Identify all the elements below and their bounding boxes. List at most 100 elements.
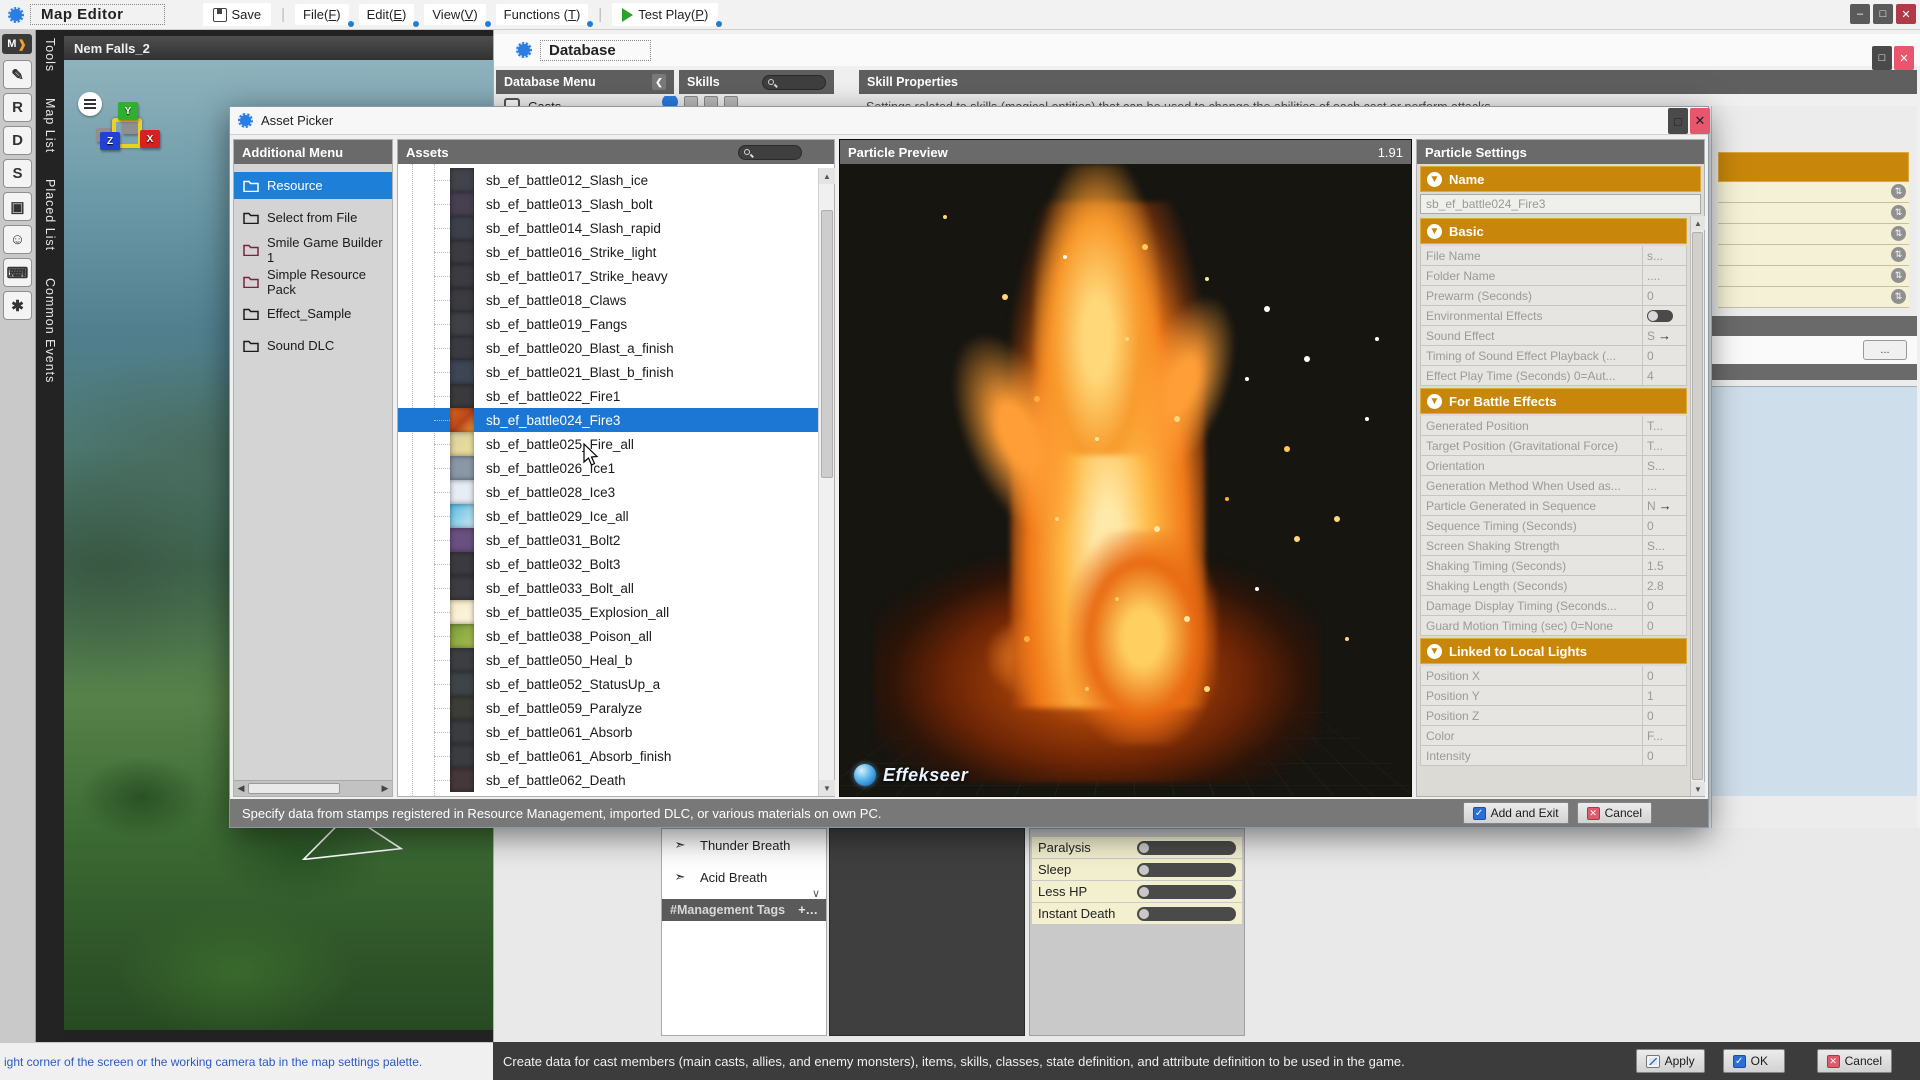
database-icon[interactable]: D <box>3 126 32 155</box>
input-icon[interactable]: ⌨ <box>3 258 32 287</box>
spinner-icon[interactable]: ⇅ <box>1891 268 1906 283</box>
close-button[interactable]: ✕ <box>1690 108 1710 134</box>
settings-row[interactable]: Screen Shaking Strength S... → <box>1420 536 1687 556</box>
settings-value[interactable]: S → <box>1642 326 1686 345</box>
close-button[interactable]: ✕ <box>1896 4 1916 24</box>
settings-value[interactable]: 0 → <box>1642 666 1686 685</box>
asset-row[interactable]: sb_ef_battle059_Paralyze <box>398 696 834 720</box>
scrollbar-thumb[interactable] <box>821 210 833 478</box>
expand-palette-button[interactable]: M ❱ <box>2 34 32 54</box>
settings-value[interactable]: 2.8 → <box>1642 576 1686 595</box>
collapse-icon[interactable]: ❮ <box>652 74 666 90</box>
toggle-switch[interactable] <box>1647 310 1673 322</box>
settings-value[interactable]: S... → <box>1642 536 1686 555</box>
asset-row[interactable]: sb_ef_battle019_Fangs <box>398 312 834 336</box>
spinner-icon[interactable]: ⇅ <box>1891 205 1906 220</box>
dialog-titlebar[interactable]: Asset Picker □ ✕ <box>230 107 1708 135</box>
tab-placed-list[interactable]: Placed List <box>43 179 57 251</box>
property-row[interactable]: ⇅ <box>1718 224 1909 245</box>
scroll-up-icon[interactable]: ▲ <box>819 168 835 184</box>
asset-row[interactable]: sb_ef_battle013_Slash_bolt <box>398 192 834 216</box>
assets-scrollbar[interactable]: ▲ ▼ <box>818 168 834 796</box>
settings-row[interactable]: Prewarm (Seconds) 0 → <box>1420 286 1687 306</box>
axis-z[interactable]: Z <box>100 132 120 150</box>
settings-row[interactable]: Effect Play Time (Seconds) 0=Aut... 4 → <box>1420 366 1687 386</box>
tab-tools[interactable]: Tools <box>43 38 57 72</box>
asset-row[interactable]: sb_ef_battle012_Slash_ice <box>398 168 834 192</box>
settings-row[interactable]: Environmental Effects → <box>1420 306 1687 326</box>
asset-row[interactable]: sb_ef_battle021_Blast_b_finish <box>398 360 834 384</box>
menu-smile-game-builder-1[interactable]: Smile Game Builder 1 <box>234 236 392 263</box>
asset-row[interactable]: sb_ef_battle035_Explosion_all <box>398 600 834 624</box>
property-row[interactable]: ⇅ <box>1718 266 1909 287</box>
skill-thunder-breath[interactable]: ➣ Thunder Breath <box>662 829 826 861</box>
settings-row[interactable]: Position X 0 → <box>1420 666 1687 686</box>
settings-row[interactable]: Generation Method When Used as... ... → <box>1420 476 1687 496</box>
asset-row[interactable]: sb_ef_battle024_Fire3 <box>398 408 834 432</box>
settings-row[interactable]: Shaking Timing (Seconds) 1.5 → <box>1420 556 1687 576</box>
asset-row[interactable]: sb_ef_battle033_Bolt_all <box>398 576 834 600</box>
settings-value[interactable]: → <box>1642 306 1686 325</box>
asset-row[interactable]: sb_ef_battle025_Fire_all <box>398 432 834 456</box>
add-tag-button[interactable]: +… <box>798 903 818 917</box>
apply-button[interactable]: Apply <box>1636 1049 1705 1073</box>
settings-row[interactable]: Target Position (Gravitational Force) T.… <box>1420 436 1687 456</box>
asset-row[interactable]: sb_ef_battle016_Strike_light <box>398 240 834 264</box>
settings-value[interactable]: N → <box>1642 496 1686 515</box>
map-edit-icon[interactable]: ✎ <box>3 60 32 89</box>
settings-scrollbar[interactable]: ▲ ▼ <box>1690 216 1704 796</box>
scroll-right-icon[interactable]: ▶ <box>378 782 392 796</box>
spinner-icon[interactable]: ⇅ <box>1891 247 1906 262</box>
settings-value[interactable]: T... → <box>1642 436 1686 455</box>
asset-row[interactable]: sb_ef_battle031_Bolt2 <box>398 528 834 552</box>
property-row[interactable]: ⇅ <box>1718 287 1909 308</box>
settings-row[interactable]: Guard Motion Timing (sec) 0=None 0 → <box>1420 616 1687 636</box>
asset-row[interactable]: sb_ef_battle017_Strike_heavy <box>398 264 834 288</box>
state-row[interactable]: Sleep <box>1032 859 1242 880</box>
resource-icon[interactable]: R <box>3 93 32 122</box>
tab-common-events[interactable]: Common Events <box>43 278 57 383</box>
spinner-icon[interactable]: ⇅ <box>1891 226 1906 241</box>
axis-x[interactable]: X <box>140 130 160 148</box>
menu-simple-resource-pack[interactable]: Simple Resource Pack <box>234 268 392 295</box>
particle-preview-viewport[interactable]: Effekseer <box>840 164 1411 796</box>
scroll-down-icon[interactable]: ▼ <box>819 780 835 796</box>
menu-select-from-file[interactable]: Select from File <box>234 204 392 231</box>
display-icon[interactable]: ▣ <box>3 192 32 221</box>
menu-view[interactable]: View(V) <box>424 4 485 25</box>
settings-row[interactable]: Sequence Timing (Seconds) 0 → <box>1420 516 1687 536</box>
settings-value[interactable]: S... → <box>1642 456 1686 475</box>
asset-row[interactable]: sb_ef_battle020_Blast_a_finish <box>398 336 834 360</box>
state-toggle[interactable] <box>1137 841 1236 855</box>
maximize-button[interactable]: □ <box>1668 108 1688 134</box>
scroll-left-icon[interactable]: ◀ <box>234 782 248 796</box>
spinner-icon[interactable]: ⇅ <box>1891 184 1906 199</box>
asset-row[interactable]: sb_ef_battle022_Fire1 <box>398 384 834 408</box>
settings-row[interactable]: Generated Position T... → <box>1420 416 1687 436</box>
state-toggle[interactable] <box>1137 907 1236 921</box>
property-row[interactable]: ⇅ <box>1718 203 1909 224</box>
asset-row[interactable]: sb_ef_battle026_Ice1 <box>398 456 834 480</box>
dialog-cancel-button[interactable]: ✕ Cancel <box>1577 802 1652 824</box>
state-toggle[interactable] <box>1137 885 1236 899</box>
browse-button[interactable]: ... <box>1863 340 1907 360</box>
state-row[interactable]: Less HP <box>1032 881 1242 902</box>
scroll-down-icon[interactable]: ▼ <box>1691 782 1705 796</box>
asset-row[interactable]: sb_ef_battle061_Absorb <box>398 720 834 744</box>
asset-row[interactable]: sb_ef_battle028_Ice3 <box>398 480 834 504</box>
section-header[interactable]: ▼ For Battle Effects <box>1420 388 1687 414</box>
menu-functions[interactable]: Functions (T) <box>496 4 589 25</box>
maximize-button[interactable]: □ <box>1873 4 1893 24</box>
close-button[interactable]: ✕ <box>1894 46 1914 70</box>
scroll-up-icon[interactable]: ▲ <box>1691 216 1705 230</box>
asset-row[interactable]: sb_ef_battle061_Absorb_finish <box>398 744 834 768</box>
settings-row[interactable]: Folder Name .... → <box>1420 266 1687 286</box>
property-row[interactable]: ⇅ <box>1718 245 1909 266</box>
settings-value[interactable]: ... → <box>1642 476 1686 495</box>
menu-edit[interactable]: Edit(E) <box>359 4 415 25</box>
asset-row[interactable]: sb_ef_battle050_Heal_b <box>398 648 834 672</box>
test-play-button[interactable]: Test Play(P) <box>612 3 718 26</box>
settings-value[interactable]: s... → <box>1642 246 1686 265</box>
settings-row[interactable]: Orientation S... → <box>1420 456 1687 476</box>
asset-row[interactable]: sb_ef_battle018_Claws <box>398 288 834 312</box>
